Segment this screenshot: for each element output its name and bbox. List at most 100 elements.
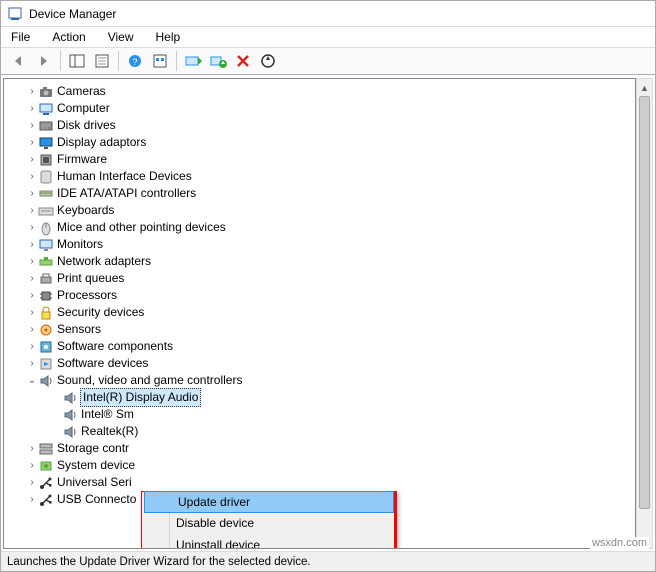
tree-category[interactable]: › System device <box>8 457 635 474</box>
tree-device[interactable]: Realtek(R) <box>8 423 635 440</box>
security-icon <box>38 305 54 321</box>
tree-category[interactable]: › Cameras <box>8 83 635 100</box>
expand-toggle-icon[interactable]: › <box>26 185 38 202</box>
expand-toggle-icon[interactable]: › <box>26 287 38 304</box>
tree-category[interactable]: ›Monitors <box>8 236 635 253</box>
scroll-up-button[interactable]: ▲ <box>637 79 652 96</box>
tree-category[interactable]: › Keyboards <box>8 202 635 219</box>
scroll-track[interactable] <box>637 96 652 531</box>
app-icon <box>7 6 23 22</box>
storage-icon <box>38 441 54 457</box>
uninstall-button[interactable] <box>206 50 230 72</box>
tree-category[interactable]: ›Mice and other pointing devices <box>8 219 635 236</box>
expand-toggle-icon[interactable]: › <box>26 304 38 321</box>
expand-toggle-icon[interactable]: › <box>26 236 38 253</box>
tree-category[interactable]: ›Sensors <box>8 321 635 338</box>
tree-item-label: Universal Seri <box>57 474 132 491</box>
expand-toggle-icon[interactable]: › <box>26 253 38 270</box>
tree-item-label: Cameras <box>57 83 106 100</box>
software-icon <box>38 356 54 372</box>
scroll-thumb[interactable] <box>639 96 650 509</box>
properties-button[interactable] <box>90 50 114 72</box>
tree-category[interactable]: › Computer <box>8 100 635 117</box>
tree-category[interactable]: › Security devices <box>8 304 635 321</box>
hid-icon <box>38 169 54 185</box>
disable-button[interactable] <box>231 50 255 72</box>
help-button[interactable]: ? <box>123 50 147 72</box>
back-button[interactable] <box>7 50 31 72</box>
tree-category[interactable]: ›Human Interface Devices <box>8 168 635 185</box>
tree-device[interactable]: Intel(R) Display Audio <box>8 389 635 406</box>
expand-toggle-icon[interactable]: › <box>26 168 38 185</box>
scan-hardware-button[interactable] <box>256 50 280 72</box>
expand-toggle-icon[interactable]: › <box>26 440 38 457</box>
update-driver-button[interactable] <box>181 50 205 72</box>
menu-action[interactable]: Action <box>48 29 89 45</box>
tree-category[interactable]: › Universal Seri <box>8 474 635 491</box>
tree-category[interactable]: ›Processors <box>8 287 635 304</box>
tree-category[interactable]: ›Print queues <box>8 270 635 287</box>
window-title: Device Manager <box>29 7 116 21</box>
expand-toggle-icon[interactable]: › <box>26 270 38 287</box>
disk-icon <box>38 118 54 134</box>
tree-category[interactable]: ›IDE ATA/ATAPI controllers <box>8 185 635 202</box>
expand-toggle-icon[interactable]: › <box>26 321 38 338</box>
tree-category[interactable]: › Software components <box>8 338 635 355</box>
tree-item-label: Software components <box>57 338 173 355</box>
cpu-icon <box>38 288 54 304</box>
expand-toggle-icon[interactable]: › <box>26 117 38 134</box>
tree-item-label: Sound, video and game controllers <box>57 372 242 389</box>
tree-item-label: Keyboards <box>57 202 114 219</box>
expand-toggle-icon[interactable]: › <box>26 338 38 355</box>
system-icon <box>38 458 54 474</box>
expand-toggle-icon[interactable]: › <box>26 457 38 474</box>
svg-text:?: ? <box>132 57 137 67</box>
tree-item-label: Display adaptors <box>57 134 146 151</box>
status-text: Launches the Update Driver Wizard for th… <box>7 556 311 568</box>
tree-item-label: USB Connecto <box>57 491 136 508</box>
tree-item-label: Security devices <box>57 304 144 321</box>
tree-item-label: Disk drives <box>57 117 116 134</box>
menu-view[interactable]: View <box>104 29 138 45</box>
firmware-icon <box>38 152 54 168</box>
menu-file[interactable]: File <box>7 29 34 45</box>
tree-device[interactable]: Intel® Sm <box>8 406 635 423</box>
expand-toggle-icon[interactable]: › <box>26 491 38 508</box>
expand-toggle-icon[interactable]: › <box>26 83 38 100</box>
expand-toggle-icon[interactable]: › <box>26 202 38 219</box>
watermark: wsxdn.com <box>590 537 649 549</box>
tree-category[interactable]: › Disk drives <box>8 117 635 134</box>
expand-toggle-icon[interactable]: › <box>26 355 38 372</box>
menu-help[interactable]: Help <box>152 29 185 45</box>
legacy-add-button[interactable] <box>148 50 172 72</box>
expand-toggle-icon[interactable]: › <box>26 100 38 117</box>
sound-icon <box>62 390 78 406</box>
tree-item-label: System device <box>57 457 135 474</box>
titlebar[interactable]: Device Manager <box>1 1 655 27</box>
tree-category[interactable]: ›Software devices <box>8 355 635 372</box>
tree-category[interactable]: ›Storage contr <box>8 440 635 457</box>
tree-category[interactable]: › Display adaptors <box>8 134 635 151</box>
expand-toggle-icon[interactable]: › <box>26 474 38 491</box>
sensor-icon <box>38 322 54 338</box>
context-menu: Update driver Disable device Uninstall d… <box>141 491 397 549</box>
ctx-update-driver[interactable]: Update driver <box>144 491 394 513</box>
forward-button[interactable] <box>32 50 56 72</box>
expand-toggle-icon[interactable]: › <box>26 219 38 236</box>
display-icon <box>38 135 54 151</box>
ide-icon <box>38 186 54 202</box>
expand-toggle-icon[interactable]: ⌄ <box>26 372 38 389</box>
ctx-uninstall-device[interactable]: Uninstall device <box>142 534 396 549</box>
vertical-scrollbar[interactable]: ▲ ▼ <box>636 78 653 549</box>
expand-toggle-icon[interactable]: › <box>26 134 38 151</box>
tree-category-expanded[interactable]: ⌄ Sound, video and game controllers <box>8 372 635 389</box>
ctx-disable-device[interactable]: Disable device <box>142 512 396 534</box>
expand-toggle-icon[interactable]: › <box>26 151 38 168</box>
device-tree[interactable]: › Cameras › Computer › Disk drives › Display ad… <box>4 79 635 512</box>
tree-category[interactable]: ›Network adapters <box>8 253 635 270</box>
show-hide-tree-button[interactable] <box>65 50 89 72</box>
toolbar: ? <box>1 47 655 75</box>
menubar: File Action View Help <box>1 27 655 47</box>
tree-item-label: Computer <box>57 100 110 117</box>
tree-category[interactable]: ›Firmware <box>8 151 635 168</box>
